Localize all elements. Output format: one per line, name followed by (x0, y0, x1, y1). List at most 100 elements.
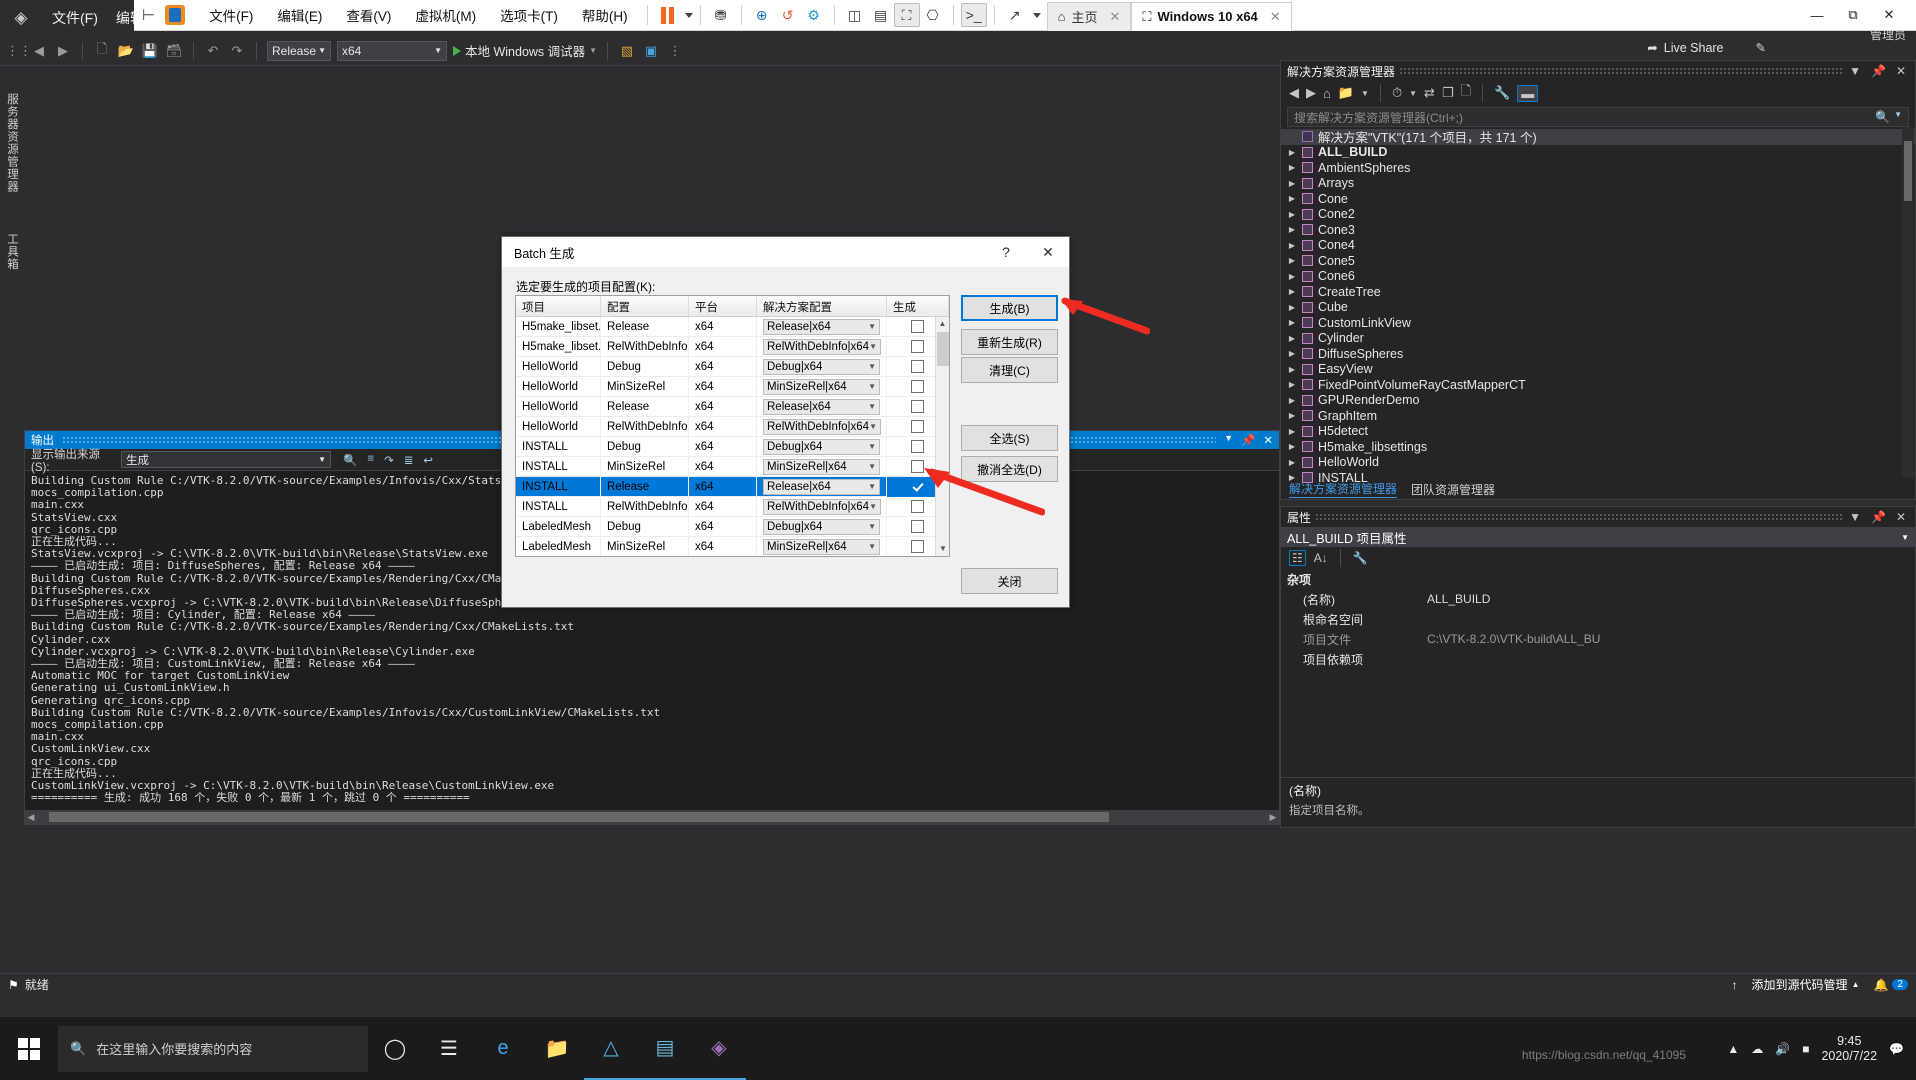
expand-chevron-icon[interactable]: ▶ (1287, 442, 1297, 451)
scroll-left-icon[interactable]: ◀ (25, 812, 37, 823)
property-row[interactable]: 根命名空间 (1281, 609, 1915, 629)
expand-chevron-icon[interactable]: ▶ (1287, 365, 1297, 374)
scroll-right-icon[interactable]: ▶ (1267, 812, 1279, 823)
vmware-tab-home[interactable]: ⌂ 主页 ✕ (1046, 1, 1132, 31)
pin-icon[interactable]: 📌 (1241, 433, 1255, 447)
solution-config-combo[interactable]: Debug|x64 ▼ (763, 358, 880, 375)
scroll-down-icon[interactable]: ▼ (936, 542, 949, 556)
solution-tree[interactable]: 解决方案"VTK"(171 个项目，共 171 个) ▶ ALL_BUILD ▶ Am… (1281, 129, 1915, 486)
toggle-wordwrap-icon[interactable]: ↷ (384, 453, 394, 467)
cell-solution-config[interactable]: RelWithDebInfo|x64 ▼ (757, 416, 887, 437)
sync-icon[interactable]: ⇄ (1424, 85, 1435, 101)
cell-solution-config[interactable]: Debug|x64 ▼ (757, 356, 887, 377)
new-folder-icon[interactable]: 📁 (1338, 85, 1354, 101)
build-config-row[interactable]: HelloWorld RelWithDebInfo x64 RelWithDebInf… (516, 416, 949, 437)
chevron-down-icon[interactable]: ▼ (1224, 433, 1233, 447)
collapse-all-icon[interactable]: ❐ (1442, 85, 1454, 101)
task-view-icon[interactable]: ☰ (422, 1017, 476, 1080)
cortana-icon[interactable]: ◯ (368, 1017, 422, 1080)
scrollbar-thumb[interactable] (49, 812, 1109, 822)
expand-chevron-icon[interactable]: ▶ (1287, 349, 1297, 358)
build-config-row[interactable]: INSTALL RelWithDebInfo x64 RelWithDebInfo|x… (516, 496, 949, 517)
vmware-menu-file[interactable]: 文件(F) (197, 1, 265, 29)
back-icon[interactable]: ◀ (1289, 85, 1299, 101)
chevron-down-icon[interactable] (1032, 12, 1041, 18)
tree-row-project[interactable]: ▶ Cylinder (1281, 331, 1915, 347)
expand-chevron-icon[interactable]: ▶ (1287, 256, 1297, 265)
select-all-button[interactable]: 全选(S) (961, 425, 1058, 451)
vmware-menu-tabs[interactable]: 选项卡(T) (488, 1, 570, 29)
property-row[interactable]: 项目依赖项 (1281, 649, 1915, 669)
column-header-platform[interactable]: 平台 (689, 296, 757, 316)
taskbar-clock[interactable]: 9:45 2020/7/22 (1821, 1034, 1877, 1064)
tree-row-project[interactable]: ▶ GraphItem (1281, 408, 1915, 424)
revert-snapshot-icon[interactable]: ↺ (775, 3, 801, 27)
take-snapshot-icon[interactable]: ⊕ (749, 3, 775, 27)
tree-row-project[interactable]: ▶ HelloWorld (1281, 455, 1915, 471)
categorized-view-icon[interactable]: ☷ (1289, 550, 1306, 566)
solution-config-combo[interactable]: RelWithDebInfo|x64 ▼ (763, 498, 881, 515)
properties-object-combo[interactable]: ALL_BUILD 项目属性 ▼ (1281, 527, 1915, 547)
solution-config-combo[interactable]: Release|x64 ▼ (763, 318, 880, 335)
start-debug-button[interactable]: 本地 Windows 调试器 ▼ (453, 41, 597, 60)
expand-chevron-icon[interactable]: ▶ (1287, 458, 1297, 467)
expand-chevron-icon[interactable]: ▶ (1287, 380, 1297, 389)
tree-row-project[interactable]: ▶ ALL_BUILD (1281, 145, 1915, 161)
solution-config-combo[interactable]: MinSizeRel|x64 ▼ (763, 538, 880, 555)
tree-row-project[interactable]: ▶ Cone2 (1281, 207, 1915, 223)
solution-explorer-search[interactable]: 搜索解决方案资源管理器(Ctrl+;) 🔍 ▼ (1287, 107, 1909, 127)
build-configuration-grid[interactable]: 项目 配置 平台 解决方案配置 生成 H5make_libset... Relea… (515, 295, 950, 557)
close-icon[interactable]: ✕ (1270, 9, 1281, 25)
pending-changes-icon[interactable]: ⏱ (1392, 85, 1402, 101)
expand-chevron-icon[interactable]: ▶ (1287, 210, 1297, 219)
solution-config-combo[interactable]: MinSizeRel|x64 ▼ (763, 458, 880, 475)
scrollbar-thumb[interactable] (937, 332, 949, 366)
expand-chevron-icon[interactable]: ▶ (1287, 396, 1297, 405)
cell-solution-config[interactable]: RelWithDebInfo|x64 ▼ (757, 496, 887, 517)
close-icon[interactable]: ✕ (1109, 9, 1120, 25)
build-checkbox[interactable] (911, 520, 924, 533)
property-row[interactable]: 项目文件 C:\VTK-8.2.0\VTK-build\ALL_BU (1281, 629, 1915, 649)
tab-team-explorer[interactable]: 团队资源管理器 (1411, 481, 1495, 498)
expand-chevron-icon[interactable]: ▶ (1287, 411, 1297, 420)
tree-row-project[interactable]: ▶ FixedPointVolumeRayCastMapperCT (1281, 377, 1915, 393)
close-icon[interactable]: ✕ (1872, 3, 1906, 27)
output-horizontal-scrollbar[interactable]: ◀ ▶ (25, 810, 1279, 824)
search-icon[interactable]: 🔍 (1875, 110, 1890, 124)
properties-group-row[interactable]: 杂项 (1281, 569, 1915, 589)
output-source-combo[interactable]: 生成 ▼ (121, 451, 332, 468)
chevron-down-icon[interactable]: ▼ (1409, 89, 1417, 98)
expand-chevron-icon[interactable]: ▶ (1287, 179, 1297, 188)
chevron-down-icon[interactable]: ▼ (1846, 64, 1864, 78)
build-button[interactable]: 生成(B) (961, 295, 1058, 321)
build-config-row[interactable]: HelloWorld Debug x64 Debug|x64 ▼ (516, 356, 949, 377)
column-header-solution[interactable]: 解决方案配置 (757, 296, 887, 316)
expand-chevron-icon[interactable]: ▶ (1287, 287, 1297, 296)
solution-config-combo[interactable]: RelWithDebInfo|x64 ▼ (763, 418, 881, 435)
home-icon[interactable]: ⌂ (1323, 86, 1331, 101)
expand-chevron-icon[interactable]: ▶ (1287, 194, 1297, 203)
preview-selected-icon[interactable]: ▬ (1517, 84, 1539, 102)
expand-chevron-icon[interactable]: ▶ (1287, 163, 1297, 172)
tray-expand-icon[interactable]: ▲ (1727, 1042, 1739, 1056)
minimize-icon[interactable]: — (1800, 3, 1834, 27)
solution-tree-scrollbar[interactable] (1902, 127, 1914, 477)
expand-chevron-icon[interactable]: ▶ (1287, 148, 1297, 157)
find-message-icon[interactable]: 🔍 (343, 453, 357, 467)
console-icon[interactable]: >_ (960, 3, 987, 27)
solution-config-combo[interactable]: Release|x64 ▼ (763, 478, 880, 495)
property-row[interactable]: (名称) ALL_BUILD (1281, 589, 1915, 609)
solution-config-combo[interactable]: Debug|x64 ▼ (763, 438, 880, 455)
tree-row-project[interactable]: ▶ Cone (1281, 191, 1915, 207)
visual-studio-taskbar-icon[interactable]: ◈ (692, 1017, 746, 1080)
vmware-menu-view[interactable]: 查看(V) (334, 1, 403, 29)
close-icon[interactable]: ✕ (1893, 510, 1909, 524)
vmware-menu-vm[interactable]: 虚拟机(M) (403, 1, 488, 29)
cell-solution-config[interactable]: MinSizeRel|x64 ▼ (757, 456, 887, 477)
tree-row-project[interactable]: ▶ Cone5 (1281, 253, 1915, 269)
power-options-icon[interactable]: ⛃ (708, 3, 734, 27)
toggle-preview-icon[interactable]: ▣ (642, 43, 660, 59)
cmake-taskbar-icon[interactable]: ▤ (638, 1017, 692, 1080)
grid-vertical-scrollbar[interactable]: ▲ ▼ (935, 317, 949, 556)
file-explorer-icon[interactable]: 📁 (530, 1017, 584, 1080)
